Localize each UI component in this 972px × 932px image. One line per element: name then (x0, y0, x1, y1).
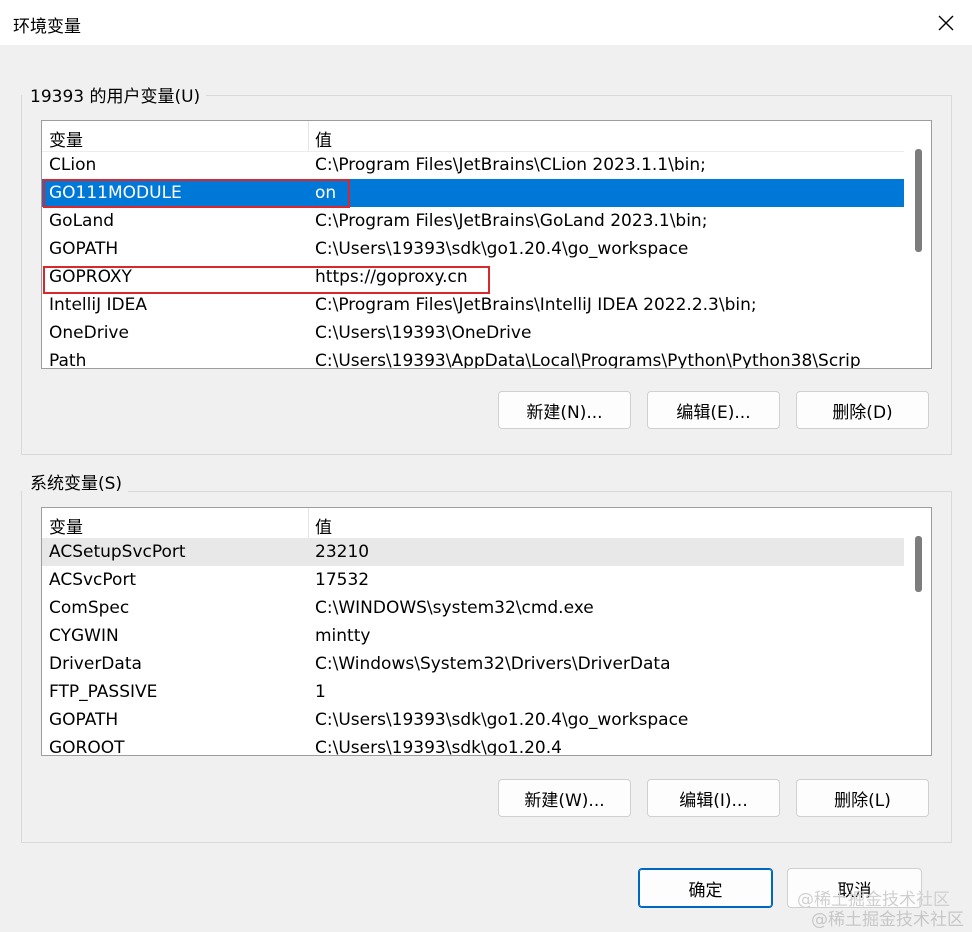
close-button[interactable] (920, 0, 972, 45)
system-variables-list[interactable]: 变量 值 ACSetupSvcPort 23210 ACSvcPort 17532 … (41, 507, 932, 756)
row-name: Path (49, 351, 87, 368)
close-icon (938, 15, 954, 30)
vertical-scrollbar[interactable] (905, 508, 931, 755)
highlight-box-go111module (43, 179, 350, 208)
system-edit-button[interactable]: 编辑(I)... (647, 779, 780, 817)
system-new-button[interactable]: 新建(W)... (498, 779, 631, 817)
user-new-button[interactable]: 新建(N)... (498, 391, 631, 429)
row-value: C:\Users\19393\sdk\go1.20.4\go_workspace (315, 710, 689, 730)
table-row[interactable]: Path C:\Users\19393\AppData\Local\Program… (42, 347, 904, 368)
row-name: ComSpec (49, 598, 130, 618)
row-name: CLion (49, 155, 97, 175)
table-row[interactable]: ComSpec C:\WINDOWS\system32\cmd.exe (42, 594, 904, 622)
column-divider[interactable] (308, 508, 309, 538)
column-divider[interactable] (308, 121, 309, 151)
table-row[interactable]: GOROOT C:\Users\19393\sdk\go1.20.4 (42, 734, 904, 755)
row-name: GOPATH (49, 239, 119, 259)
system-variables-label: 系统变量(S) (22, 469, 129, 494)
column-header-variable[interactable]: 变量 (49, 513, 83, 538)
row-value: C:\WINDOWS\system32\cmd.exe (315, 598, 594, 618)
scrollbar-thumb[interactable] (915, 149, 922, 252)
row-value: C:\Users\19393\sdk\go1.20.4\go_workspace (315, 239, 689, 259)
column-header-value[interactable]: 值 (315, 126, 332, 151)
row-name: CYGWIN (49, 626, 119, 646)
row-value: C:\Program Files\JetBrains\IntelliJ IDEA… (315, 295, 757, 315)
table-row-hover[interactable]: ACSetupSvcPort 23210 (42, 538, 904, 566)
row-value: mintty (315, 626, 371, 646)
list-header: 变量 值 (42, 508, 904, 539)
row-value: 23210 (315, 542, 370, 562)
row-name: GoLand (49, 211, 115, 231)
table-row[interactable]: ACSvcPort 17532 (42, 566, 904, 594)
row-value: C:\Users\19393\AppData\Local\Programs\Py… (315, 351, 861, 368)
user-variables-label: 19393 的用户变量(U) (22, 82, 207, 107)
table-row[interactable]: GoLand C:\Program Files\JetBrains\GoLand … (42, 207, 904, 235)
table-row[interactable]: IntelliJ IDEA C:\Program Files\JetBrains\… (42, 291, 904, 319)
row-value: C:\Windows\System32\Drivers\DriverData (315, 654, 671, 674)
system-delete-button[interactable]: 删除(L) (796, 779, 929, 817)
row-name: GOPATH (49, 710, 119, 730)
table-row[interactable]: FTP_PASSIVE 1 (42, 678, 904, 706)
cancel-button[interactable]: 取消 (787, 868, 922, 908)
row-name: DriverData (49, 654, 142, 674)
list-header: 变量 值 (42, 121, 904, 152)
user-delete-button[interactable]: 删除(D) (796, 391, 929, 429)
row-value: 17532 (315, 570, 370, 590)
scrollbar-thumb[interactable] (915, 536, 922, 592)
row-value: C:\Program Files\JetBrains\GoLand 2023.1… (315, 211, 708, 231)
row-name: FTP_PASSIVE (49, 682, 158, 702)
column-header-variable[interactable]: 变量 (49, 126, 83, 151)
row-name: OneDrive (49, 323, 129, 343)
row-name: GOROOT (49, 738, 125, 755)
row-value: C:\Users\19393\OneDrive (315, 323, 532, 343)
user-edit-button[interactable]: 编辑(E)... (647, 391, 780, 429)
vertical-scrollbar[interactable] (905, 121, 931, 368)
row-name: ACSvcPort (49, 570, 137, 590)
highlight-box-goproxy (43, 266, 490, 294)
user-variables-list[interactable]: 变量 值 CLion C:\Program Files\JetBrains\CLi… (41, 120, 932, 369)
table-row[interactable]: CLion C:\Program Files\JetBrains\CLion 20… (42, 151, 904, 179)
column-header-value[interactable]: 值 (315, 513, 332, 538)
table-row[interactable]: OneDrive C:\Users\19393\OneDrive (42, 319, 904, 347)
row-name: ACSetupSvcPort (49, 542, 186, 562)
row-value: 1 (315, 682, 326, 702)
row-name: IntelliJ IDEA (49, 295, 147, 315)
table-row[interactable]: CYGWIN mintty (42, 622, 904, 650)
table-row[interactable]: GOPATH C:\Users\19393\sdk\go1.20.4\go_wor… (42, 235, 904, 263)
row-value: C:\Users\19393\sdk\go1.20.4 (315, 738, 562, 755)
table-row[interactable]: DriverData C:\Windows\System32\Drivers\Dr… (42, 650, 904, 678)
window-title: 环境变量 (13, 17, 81, 37)
table-row[interactable]: GOPATH C:\Users\19393\sdk\go1.20.4\go_wor… (42, 706, 904, 734)
row-value: C:\Program Files\JetBrains\CLion 2023.1.… (315, 155, 706, 175)
ok-button[interactable]: 确定 (638, 868, 773, 908)
title-bar: 环境变量 (0, 0, 972, 45)
